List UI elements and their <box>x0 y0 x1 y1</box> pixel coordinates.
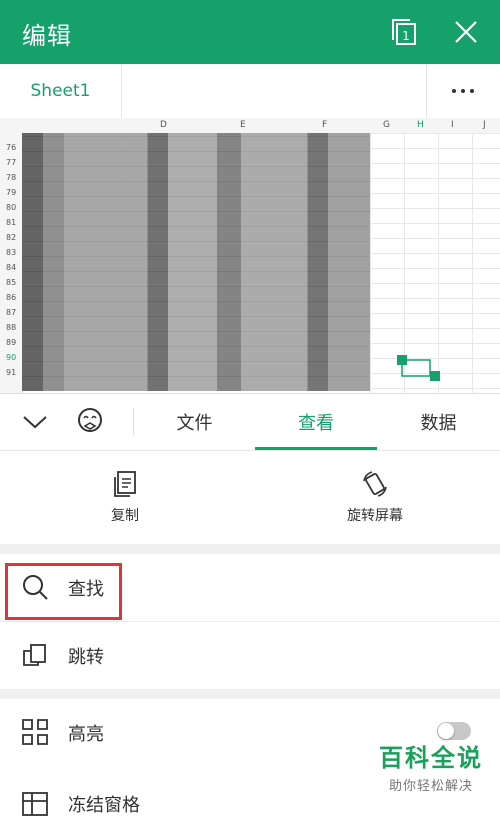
highlight-grid-icon <box>22 719 48 745</box>
row-label: 89 <box>6 338 17 347</box>
more-menu-icon[interactable] <box>440 78 486 104</box>
column-label: E <box>240 120 246 130</box>
copy-button[interactable]: 复制 <box>55 469 195 525</box>
active-tab-indicator <box>255 447 377 450</box>
top-bar: 编辑 1 <box>0 0 500 64</box>
column-header: D E F G H I J <box>0 118 500 134</box>
freeze-panes-icon <box>22 792 48 816</box>
column-label: F <box>322 120 328 130</box>
tab-data[interactable]: 数据 <box>377 394 500 450</box>
blurred-cells <box>22 133 370 391</box>
copy-label: 复制 <box>111 508 139 524</box>
row-label: 78 <box>6 173 17 182</box>
row-header: 76 77 78 79 80 81 82 83 84 85 86 87 88 8… <box>0 133 23 393</box>
watermark: 百科全说 助你轻松解决 <box>368 738 494 798</box>
row-label: 86 <box>6 293 17 302</box>
row-label: 80 <box>6 203 17 212</box>
column-label: D <box>160 120 167 130</box>
jump-label: 跳转 <box>68 647 104 668</box>
watermark-title: 百科全说 <box>379 744 483 772</box>
page-title: 编辑 <box>22 22 72 50</box>
section-divider <box>0 544 500 554</box>
column-label-selected: H <box>417 120 424 130</box>
highlight-label: 高亮 <box>68 724 104 745</box>
row-label: 87 <box>6 308 17 317</box>
rotate-screen-label: 旋转屏幕 <box>347 508 403 524</box>
menu-item-jump[interactable]: 跳转 <box>0 622 500 688</box>
freeze-label: 冻结窗格 <box>68 795 140 816</box>
column-label: I <box>451 120 454 130</box>
row-label: 77 <box>6 158 17 167</box>
rotate-screen-icon <box>363 471 387 497</box>
svg-text:1: 1 <box>402 29 410 43</box>
collapse-chevron-icon[interactable] <box>22 412 48 432</box>
row-label-selected: 90 <box>6 353 17 362</box>
highlight-annotation-box <box>5 563 122 620</box>
jump-icon <box>23 644 46 666</box>
row-label: 88 <box>6 323 17 332</box>
action-row: 复制 旋转屏幕 <box>0 451 500 547</box>
column-label: J <box>483 120 486 130</box>
row-label: 81 <box>6 218 17 227</box>
row-label: 76 <box>6 143 17 152</box>
tab-view[interactable]: 查看 <box>255 394 377 450</box>
spreadsheet-area[interactable]: D E F G H I J 76 77 78 79 80 81 82 83 84… <box>0 118 500 393</box>
sheet-tab[interactable]: Sheet1 <box>0 64 122 118</box>
row-label: 85 <box>6 278 17 287</box>
watermark-subtitle: 助你轻松解决 <box>388 779 473 794</box>
column-label: G <box>383 120 390 130</box>
row-label: 84 <box>6 263 17 272</box>
sheet-tab-bar: Sheet1 <box>0 64 500 119</box>
rotate-screen-button[interactable]: 旋转屏幕 <box>305 469 445 525</box>
section-divider <box>0 689 500 699</box>
row-label: 83 <box>6 248 17 257</box>
assistant-face-icon[interactable] <box>76 407 104 437</box>
selection-handles[interactable] <box>396 354 442 382</box>
toolbar-tabs: 文件 查看 数据 <box>0 394 500 451</box>
row-label: 91 <box>6 368 17 377</box>
copy-icon <box>114 471 136 497</box>
divider <box>426 64 427 118</box>
tab-file[interactable]: 文件 <box>134 394 255 450</box>
row-label: 79 <box>6 188 17 197</box>
row-label: 82 <box>6 233 17 242</box>
close-icon[interactable] <box>450 16 482 48</box>
toggle-knob <box>438 723 454 739</box>
window-switch-icon[interactable]: 1 <box>388 16 420 48</box>
